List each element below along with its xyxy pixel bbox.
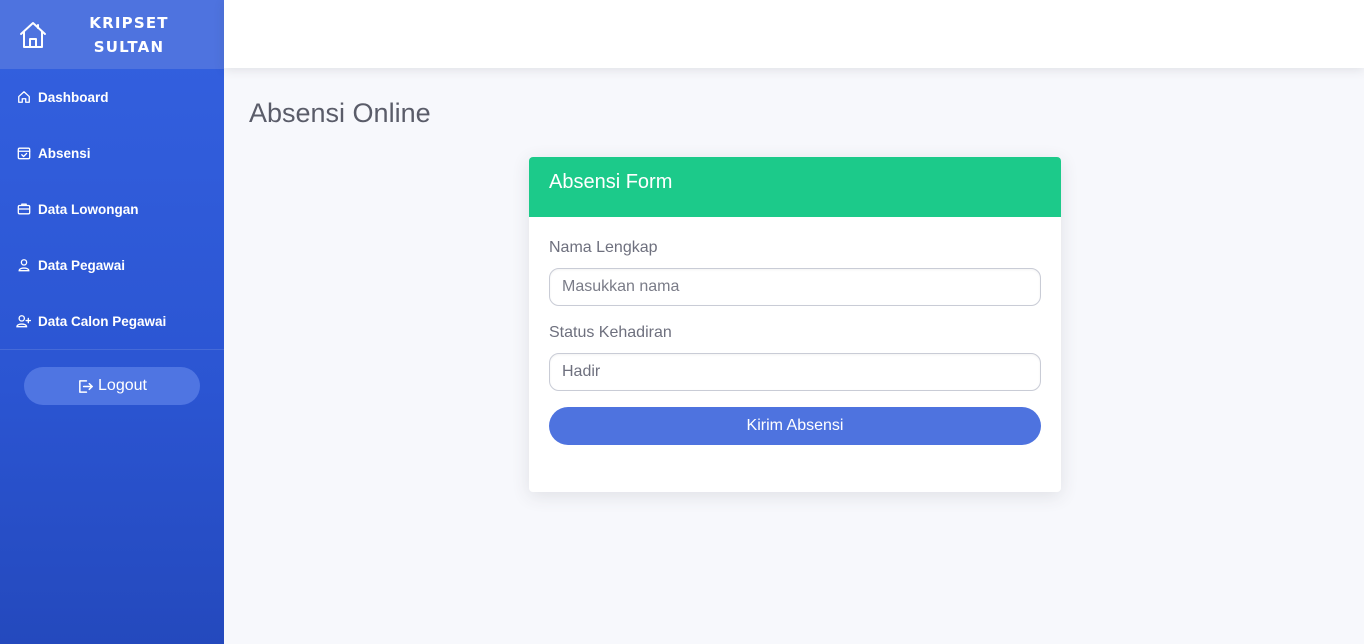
briefcase-icon [16, 202, 31, 217]
user-plus-icon [16, 314, 31, 329]
sidebar-item-label: Data Calon Pegawai [38, 313, 167, 329]
name-form-group: Nama Lengkap [549, 239, 1041, 306]
logout-label: Logout [98, 377, 147, 394]
logout-wrap: Logout [0, 350, 224, 405]
status-input[interactable] [549, 353, 1041, 391]
page-title: Absensi Online [249, 98, 431, 128]
sidebar-item-label: Absensi [38, 145, 91, 161]
sidebar: KRIPSET SULTAN Dashboard Absensi Data Lo… [0, 0, 224, 644]
absensi-form-card: Absensi Form Nama Lengkap Status Kehadir… [529, 157, 1061, 492]
topbar [224, 0, 1364, 68]
home-icon [16, 90, 31, 105]
brand-name: KRIPSET SULTAN [69, 11, 189, 59]
brand[interactable]: KRIPSET SULTAN [0, 0, 224, 69]
sidebar-item-dashboard[interactable]: Dashboard [0, 69, 224, 125]
sidebar-item-data-pegawai[interactable]: Data Pegawai [0, 237, 224, 293]
sidebar-item-data-calon-pegawai[interactable]: Data Calon Pegawai [0, 293, 224, 349]
brand-line2: SULTAN [93, 37, 165, 56]
card-body: Nama Lengkap Status Kehadiran Kirim Abse… [529, 217, 1061, 467]
status-label: Status Kehadiran [549, 324, 672, 341]
sidebar-item-label: Dashboard [38, 89, 109, 105]
user-icon [16, 258, 31, 273]
sidebar-item-label: Data Pegawai [38, 257, 126, 273]
sidebar-item-absensi[interactable]: Absensi [0, 125, 224, 181]
submit-button[interactable]: Kirim Absensi [549, 407, 1041, 445]
logout-button[interactable]: Logout [24, 367, 200, 405]
sidebar-nav: Dashboard Absensi Data Lowongan Data Peg… [0, 69, 224, 349]
brand-line1: KRIPSET [89, 13, 169, 32]
name-label: Nama Lengkap [549, 239, 658, 256]
logout-icon [77, 378, 94, 395]
name-input[interactable] [549, 268, 1041, 306]
sidebar-item-data-lowongan[interactable]: Data Lowongan [0, 181, 224, 237]
card-header: Absensi Form [529, 157, 1061, 217]
house-icon [16, 18, 50, 52]
status-form-group: Status Kehadiran [549, 324, 1041, 391]
calendar-check-icon [16, 146, 31, 161]
sidebar-item-label: Data Lowongan [38, 201, 139, 217]
